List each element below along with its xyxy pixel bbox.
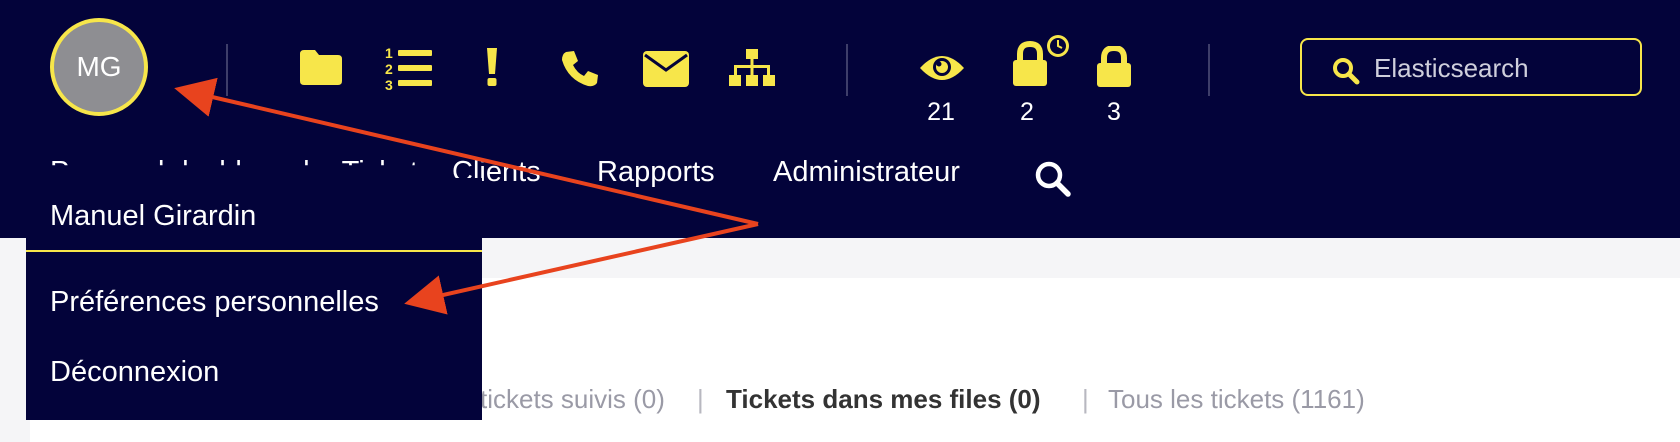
- nav-item-rapports[interactable]: Rapports: [597, 156, 715, 189]
- user-dropdown-menu: Manuel Girardin Préférences personnelles…: [26, 178, 482, 420]
- logout-link[interactable]: Déconnexion: [50, 356, 219, 389]
- lock-icon[interactable]: [1096, 46, 1132, 88]
- tab-label: tickets suivis (0): [480, 384, 665, 414]
- toolbar-divider: [846, 44, 848, 96]
- numbered-list-icon[interactable]: 1 2 3: [384, 44, 434, 94]
- elasticsearch-box[interactable]: [1300, 38, 1642, 96]
- lock-clock-icon[interactable]: [1010, 32, 1074, 88]
- tab-label: Tous les tickets (1161): [1108, 384, 1365, 414]
- tab-separator: |: [1082, 384, 1089, 414]
- nav-search-icon[interactable]: [1034, 160, 1072, 203]
- locked-count: 3: [1107, 98, 1121, 126]
- dropdown-user-name: Manuel Girardin: [50, 200, 257, 232]
- toolbar-divider: [1208, 44, 1210, 96]
- tab-my-queue-tickets[interactable]: Tickets dans mes files (0): [726, 384, 1041, 415]
- tab-separator: |: [697, 384, 704, 414]
- svg-text:3: 3: [385, 77, 393, 93]
- tab-label: Tickets dans mes files (0): [726, 384, 1041, 414]
- toolbar-divider: [226, 44, 228, 96]
- svg-text:1: 1: [385, 45, 393, 61]
- search-icon: [1333, 58, 1360, 85]
- tab-all-tickets[interactable]: Tous les tickets (1161): [1108, 384, 1365, 415]
- personal-preferences-link[interactable]: Préférences personnelles: [50, 286, 379, 319]
- tab-followed-tickets[interactable]: tickets suivis (0): [480, 384, 665, 415]
- locked-timed-count: 2: [1020, 98, 1034, 126]
- dropdown-divider: [26, 250, 482, 252]
- exclamation-icon[interactable]: [484, 46, 500, 88]
- watched-count: 21: [927, 98, 955, 126]
- envelope-icon[interactable]: [642, 50, 690, 88]
- elasticsearch-input[interactable]: [1372, 46, 1626, 90]
- user-avatar[interactable]: MG: [50, 18, 148, 116]
- sitemap-icon[interactable]: [728, 48, 776, 88]
- eye-icon[interactable]: [918, 52, 966, 84]
- svg-text:2: 2: [385, 61, 393, 77]
- nav-item-administrateur[interactable]: Administrateur: [773, 156, 960, 189]
- avatar-initials: MG: [76, 51, 122, 82]
- folder-icon[interactable]: [298, 48, 344, 86]
- phone-icon[interactable]: [560, 48, 600, 88]
